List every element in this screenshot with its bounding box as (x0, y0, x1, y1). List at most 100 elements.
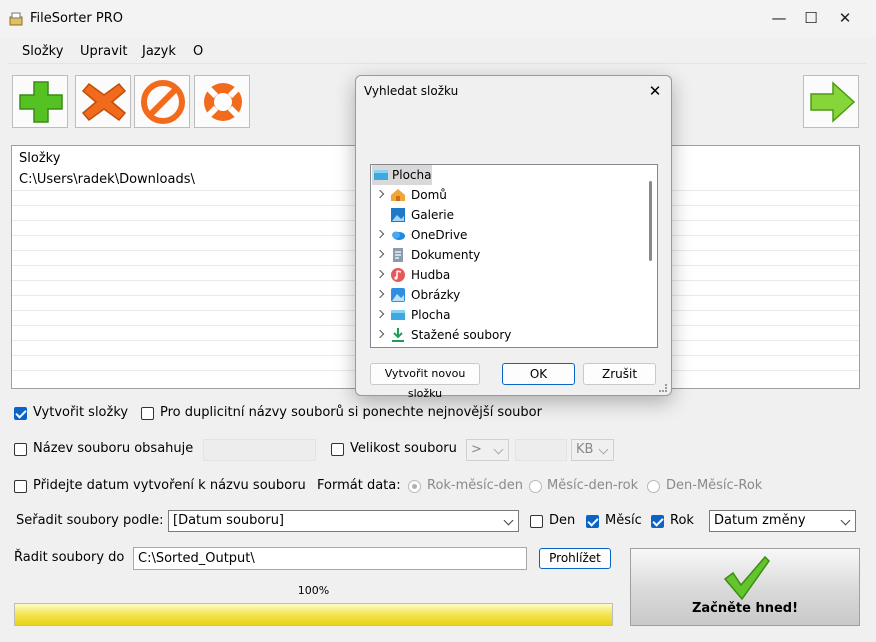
sort-by-value: [Datum souboru] (173, 513, 285, 528)
date-format-radio-ymd[interactable] (408, 480, 421, 493)
menu-bar: Složky Upravit Jazyk O (8, 39, 866, 64)
app-title: FileSorter PRO (30, 11, 123, 26)
browse-button[interactable]: Prohlížet (539, 548, 611, 569)
sort-by-select[interactable]: [Datum souboru] (168, 510, 519, 532)
progress-bar (14, 603, 613, 626)
chevron-right-icon[interactable] (375, 329, 385, 339)
resize-grip[interactable] (659, 384, 667, 392)
name-contains-input[interactable] (203, 439, 316, 461)
progress-label: 100% (297, 584, 330, 597)
tree-item-label: Obrázky (411, 288, 461, 302)
gallery-icon (390, 207, 406, 223)
folder-tree[interactable]: Plocha Domů Galerie OneDrive Dokumenty H… (370, 164, 658, 348)
file-size-operator-value: > (471, 442, 482, 457)
tree-item-label: Plocha (411, 308, 451, 322)
chevron-right-icon[interactable] (375, 229, 385, 239)
app-icon (8, 11, 24, 27)
music-icon (390, 267, 406, 283)
remove-folder-button[interactable] (75, 75, 131, 128)
help-icon (204, 83, 242, 121)
year-label: Rok (670, 513, 694, 528)
menu-o[interactable]: O (193, 44, 203, 59)
name-contains-label: Název souboru obsahuje (33, 441, 194, 456)
maximize-button[interactable]: ☐ (796, 4, 826, 32)
home-icon (390, 187, 406, 203)
clear-button[interactable] (134, 75, 190, 128)
file-size-unit-select[interactable]: KB (571, 439, 614, 461)
file-size-unit-value: KB (576, 442, 594, 457)
file-size-input[interactable] (515, 439, 567, 461)
chevron-right-icon[interactable] (375, 269, 385, 279)
menu-jazyk[interactable]: Jazyk (142, 44, 176, 59)
chevron-right-icon[interactable] (375, 189, 385, 199)
tree-item-pictures[interactable]: Obrázky (371, 285, 641, 305)
new-folder-button[interactable]: Vytvořit novou složku (370, 363, 480, 400)
progress-fill (15, 604, 612, 625)
tree-item-desktop[interactable]: Plocha (371, 165, 641, 185)
keep-newest-checkbox[interactable] (141, 407, 154, 420)
dialog-title: Vyhledat složku (364, 84, 459, 98)
date-format-radio-dmy[interactable] (647, 480, 660, 493)
chevron-down-icon (840, 515, 851, 526)
next-arrow-icon (810, 81, 856, 123)
create-folders-label: Vytvořit složky (33, 405, 129, 420)
dialog-close-button[interactable]: ✕ (642, 80, 668, 102)
output-label: Řadit soubory do (14, 550, 125, 565)
clear-icon (141, 80, 185, 124)
chevron-right-icon[interactable] (375, 309, 385, 319)
cancel-button[interactable]: Zrušit (583, 363, 656, 385)
output-path-input[interactable]: C:\Sorted_Output\ (133, 547, 527, 570)
browse-folder-dialog: Vyhledat složku ✕ Plocha Domů Galerie On… (355, 75, 672, 400)
file-size-checkbox[interactable] (331, 443, 344, 456)
day-checkbox[interactable] (530, 515, 543, 528)
title-bar: FileSorter PRO — ☐ ✕ (0, 0, 876, 38)
tree-item-onedrive[interactable]: OneDrive (371, 225, 641, 245)
next-button[interactable] (803, 75, 859, 128)
tree-item-documents[interactable]: Dokumenty (371, 245, 641, 265)
tree-item-label: Dokumenty (411, 248, 481, 262)
help-button[interactable] (194, 75, 250, 128)
desktop-icon (373, 167, 389, 183)
menu-slozky[interactable]: Složky (22, 44, 63, 59)
add-date-checkbox[interactable] (14, 480, 27, 493)
file-size-operator-select[interactable]: > (466, 439, 509, 461)
tree-item-desktop-2[interactable]: Plocha (371, 305, 641, 325)
close-button[interactable]: ✕ (830, 4, 860, 32)
downloads-icon (390, 327, 406, 343)
date-type-select[interactable]: Datum změny (709, 510, 856, 532)
chevron-right-icon[interactable] (375, 289, 385, 299)
year-checkbox[interactable] (651, 515, 664, 528)
onedrive-icon (390, 227, 406, 243)
tree-item-label: Plocha (392, 168, 432, 182)
tree-item-home[interactable]: Domů (371, 185, 641, 205)
chevron-down-icon (598, 444, 609, 455)
name-contains-checkbox[interactable] (14, 443, 27, 456)
chevron-right-icon[interactable] (375, 249, 385, 259)
chevron-down-icon (493, 444, 504, 455)
day-label: Den (549, 513, 576, 528)
documents-icon (390, 247, 406, 263)
month-checkbox[interactable] (586, 515, 599, 528)
tree-item-gallery[interactable]: Galerie (371, 205, 641, 225)
create-folders-checkbox[interactable] (14, 407, 27, 420)
menu-upravit[interactable]: Upravit (80, 44, 127, 59)
tree-item-downloads[interactable]: Stažené soubory (371, 325, 641, 345)
tree-item-label: Domů (411, 188, 447, 202)
add-folder-button[interactable] (12, 75, 68, 128)
tree-item-music[interactable]: Hudba (371, 265, 641, 285)
desktop-icon (390, 307, 406, 323)
date-format-radio-mdy[interactable] (529, 480, 542, 493)
tree-item-label: Hudba (411, 268, 451, 282)
sort-by-label: Seřadit soubory podle: (16, 513, 164, 528)
remove-icon (81, 82, 127, 122)
start-button[interactable]: Začněte hned! (630, 548, 860, 626)
folder-list-item[interactable]: C:\Users\radek\Downloads\ (19, 172, 195, 187)
start-label: Začněte hned! (691, 601, 799, 616)
tree-scrollbar-thumb[interactable] (649, 181, 652, 261)
add-date-label: Přidejte datum vytvoření k názvu souboru (33, 478, 306, 493)
ok-button[interactable]: OK (502, 363, 575, 385)
tree-item-label: Galerie (411, 208, 455, 222)
minimize-button[interactable]: — (764, 4, 794, 32)
folder-list-header: Složky (19, 151, 61, 166)
date-format-label-mdy: Měsíc-den-rok (547, 478, 639, 493)
